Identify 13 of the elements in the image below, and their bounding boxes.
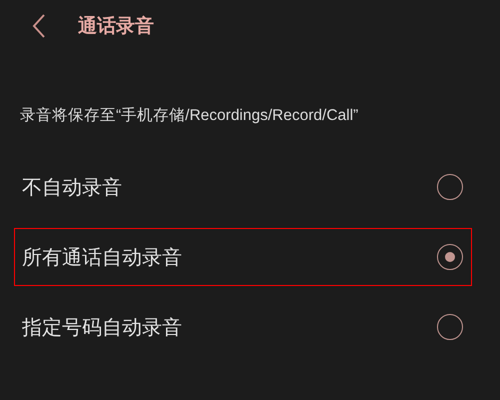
option-row[interactable]: 所有通话自动录音 [14,228,472,286]
option-row[interactable]: 指定号码自动录音 [14,298,472,356]
option-label: 指定号码自动录音 [22,314,182,340]
option-label: 所有通话自动录音 [22,244,182,270]
save-location-text: 录音将保存至“手机存储/Recordings/Record/Call” [19,106,360,126]
radio-button[interactable] [437,174,463,200]
option-label: 不自动录音 [22,174,122,200]
back-icon [32,13,46,39]
radio-button[interactable] [437,314,463,340]
radio-button[interactable] [437,244,463,270]
back-button[interactable] [32,13,46,39]
option-row[interactable]: 不自动录音 [14,158,472,216]
page-title: 通话录音 [78,14,154,39]
